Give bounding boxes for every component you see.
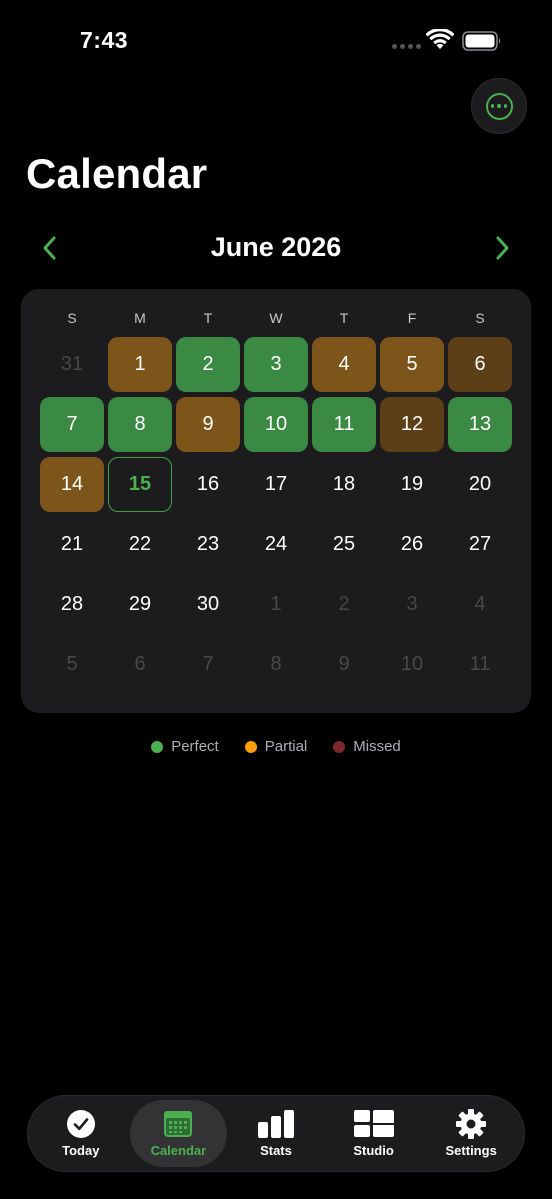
status-bar: 7:43 bbox=[0, 0, 552, 80]
legend-item: Partial bbox=[244, 738, 308, 755]
status-time: 7:43 bbox=[80, 27, 129, 53]
month-navigation: June 2026 bbox=[20, 222, 532, 274]
day-cell[interactable]: 21 bbox=[40, 517, 104, 572]
legend-label: Perfect bbox=[171, 738, 219, 755]
day-cell[interactable]: 9 bbox=[176, 397, 240, 452]
day-cell[interactable]: 4 bbox=[312, 337, 376, 392]
days-grid: 31 1 2 3 4 5 6 7 8 9 10 11 12 13 14 15 16 17 18 19 20 21 22 23 2… bbox=[40, 337, 512, 692]
legend-label: Partial bbox=[264, 738, 308, 755]
tab-label: Stats bbox=[260, 1142, 292, 1158]
tab-label: Today bbox=[62, 1142, 100, 1158]
tab-label: Settings bbox=[445, 1142, 497, 1158]
day-cell[interactable]: 7 bbox=[40, 397, 104, 452]
day-cell[interactable]: 5 bbox=[380, 337, 444, 392]
day-cell[interactable]: 30 bbox=[176, 577, 240, 632]
more-options-button[interactable] bbox=[471, 78, 527, 134]
tab-settings[interactable]: Settings bbox=[422, 1100, 520, 1167]
day-cell[interactable]: 20 bbox=[448, 457, 512, 512]
day-cell[interactable]: 10 bbox=[244, 397, 308, 452]
weekday-label: S bbox=[475, 310, 485, 326]
day-cell[interactable]: 23 bbox=[176, 517, 240, 572]
chevron-right-icon bbox=[496, 236, 509, 260]
day-cell[interactable]: 26 bbox=[380, 517, 444, 572]
weekday-label: W bbox=[269, 310, 283, 326]
tab-today[interactable]: Today bbox=[32, 1100, 130, 1167]
day-cell-today[interactable]: 15 bbox=[108, 457, 172, 512]
day-cell[interactable]: 18 bbox=[312, 457, 376, 512]
tab-calendar[interactable]: Calendar bbox=[129, 1100, 228, 1167]
bar-chart-icon bbox=[257, 1109, 295, 1138]
tab-label: Calendar bbox=[150, 1142, 207, 1158]
ellipsis-circle-icon bbox=[485, 92, 513, 120]
day-cell[interactable]: 17 bbox=[244, 457, 308, 512]
battery-icon bbox=[462, 31, 502, 56]
tab-studio[interactable]: Studio bbox=[325, 1100, 423, 1167]
day-cell[interactable]: 22 bbox=[108, 517, 172, 572]
legend-label: Missed bbox=[353, 738, 401, 755]
day-cell-outside: 9 bbox=[338, 653, 350, 675]
day-cell[interactable]: 25 bbox=[312, 517, 376, 572]
weekday-label: F bbox=[407, 310, 417, 326]
tab-label: Studio bbox=[353, 1142, 394, 1158]
page-title: Calendar bbox=[26, 150, 208, 197]
legend-item: Missed bbox=[333, 738, 401, 755]
day-cell[interactable]: 2 bbox=[176, 337, 240, 392]
weekday-label: T bbox=[339, 310, 349, 326]
wifi-icon bbox=[425, 28, 455, 56]
day-cell-outside: 7 bbox=[202, 653, 214, 675]
checkmark-circle-icon bbox=[66, 1109, 96, 1138]
day-cell-outside: 8 bbox=[270, 653, 282, 675]
weekday-label: M bbox=[134, 310, 146, 326]
month-label: June 2026 bbox=[210, 232, 342, 262]
weekday-label: T bbox=[203, 310, 213, 326]
day-cell[interactable]: 27 bbox=[448, 517, 512, 572]
day-cell[interactable]: 24 bbox=[244, 517, 308, 572]
legend-item: Perfect bbox=[151, 738, 219, 755]
legend-dot-icon bbox=[333, 740, 346, 753]
day-cell[interactable]: 16 bbox=[176, 457, 240, 512]
next-month-button[interactable] bbox=[488, 232, 518, 264]
weekday-label: S bbox=[67, 310, 77, 326]
day-cell[interactable]: 29 bbox=[108, 577, 172, 632]
legend-dot-icon bbox=[244, 740, 257, 753]
day-cell[interactable]: 12 bbox=[380, 397, 444, 452]
day-cell-outside: 4 bbox=[474, 593, 486, 615]
day-cell-outside: 11 bbox=[469, 653, 491, 675]
day-cell-outside: 10 bbox=[400, 653, 424, 675]
gear-icon bbox=[456, 1108, 487, 1139]
calendar-card: SMTWTFS 31 1 2 3 4 5 6 7 8 9 10 11 12 13 14 15 16 17 18 19 2… bbox=[21, 289, 531, 713]
day-cell[interactable]: 13 bbox=[448, 397, 512, 452]
day-cell[interactable]: 14 bbox=[40, 457, 104, 512]
calendar-icon bbox=[163, 1110, 193, 1138]
day-cell-outside: 31 bbox=[60, 353, 84, 375]
legend-dot-icon bbox=[151, 740, 164, 753]
legend: Perfect Partial Missed bbox=[0, 738, 552, 755]
day-cell-outside: 1 bbox=[270, 593, 282, 615]
day-cell[interactable]: 1 bbox=[108, 337, 172, 392]
tab-stats[interactable]: Stats bbox=[227, 1100, 325, 1167]
cellular-signal-icon bbox=[392, 44, 421, 49]
day-cell[interactable]: 11 bbox=[312, 397, 376, 452]
day-cell[interactable]: 8 bbox=[108, 397, 172, 452]
tab-bar: Today Calendar Stats Studio Settings bbox=[27, 1095, 525, 1172]
day-cell[interactable]: 3 bbox=[244, 337, 308, 392]
day-cell[interactable]: 28 bbox=[40, 577, 104, 632]
day-cell-outside: 6 bbox=[134, 653, 146, 675]
day-cell[interactable]: 19 bbox=[380, 457, 444, 512]
day-cell-outside: 3 bbox=[406, 593, 418, 615]
day-cell-outside: 2 bbox=[338, 593, 350, 615]
weekday-header: SMTWTFS bbox=[40, 310, 512, 326]
layout-blocks-icon bbox=[353, 1109, 394, 1138]
day-cell[interactable]: 6 bbox=[448, 337, 512, 392]
day-cell-outside: 5 bbox=[66, 653, 78, 675]
